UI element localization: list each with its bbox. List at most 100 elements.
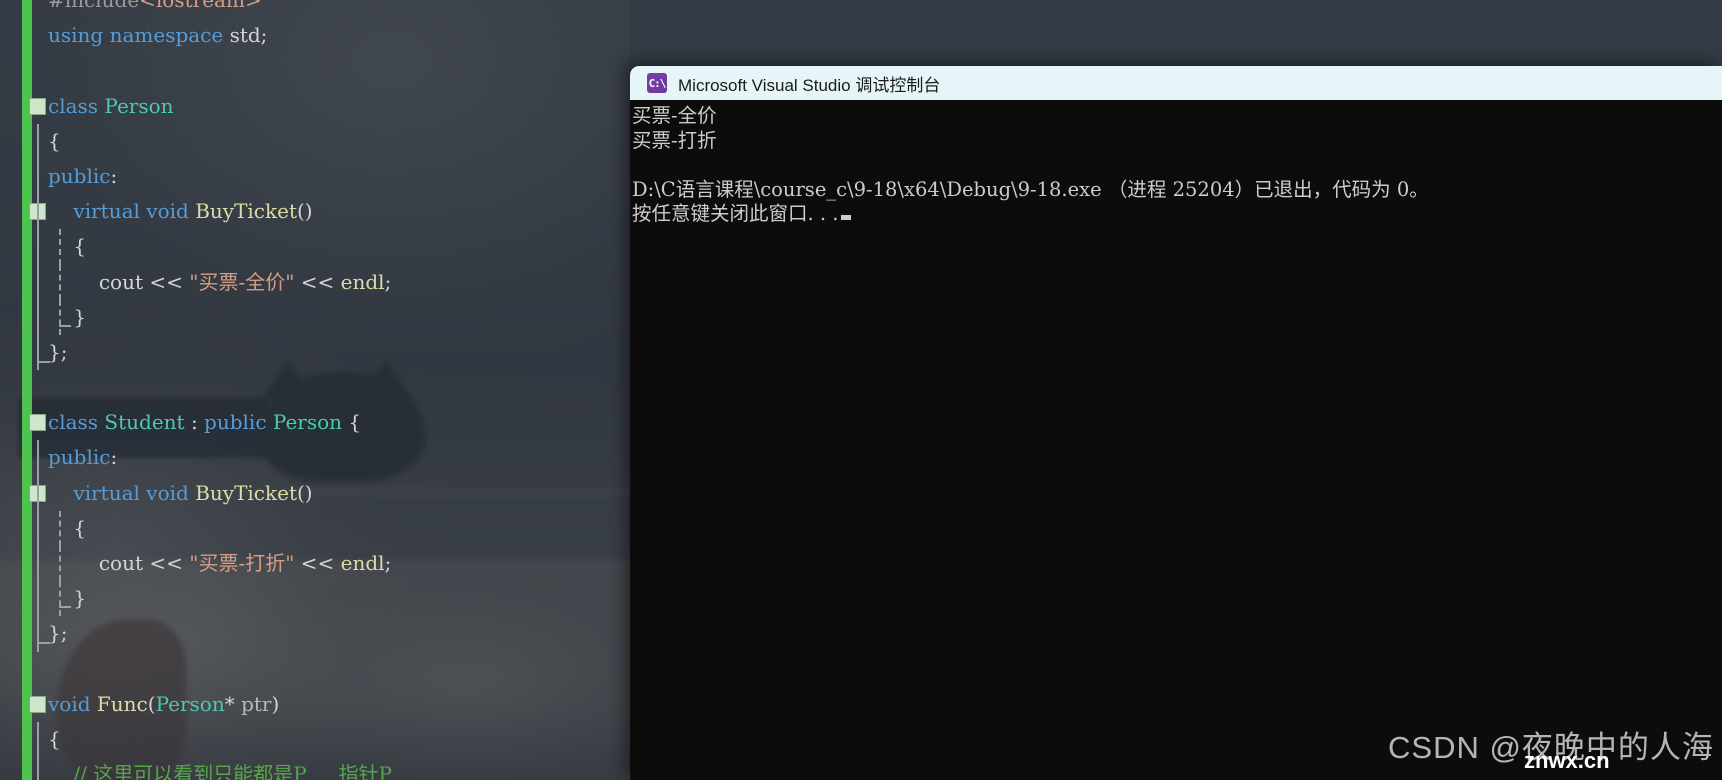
- code-line[interactable]: {: [0, 510, 630, 546]
- code-line-text: virtual void BuyTicket(): [48, 480, 313, 505]
- code-token: ): [271, 691, 280, 716]
- code-line[interactable]: }: [0, 581, 630, 617]
- code-line[interactable]: cout << "买票-打折" << endl;: [0, 546, 630, 582]
- code-line[interactable]: {: [0, 229, 630, 265]
- code-token: <<: [294, 269, 341, 294]
- code-line-text: public:: [48, 164, 117, 188]
- outline-guide-line: [37, 510, 39, 546]
- indent-guide-line: [59, 546, 61, 582]
- collapse-toggle-icon[interactable]: [29, 97, 46, 115]
- console-output-area[interactable]: 买票-全价 买票-打折 D:\C语言课程\course_c\9-18\x64\Deb…: [630, 100, 1722, 780]
- indent-guide-line: [59, 581, 71, 617]
- outline-guide-line: [37, 334, 50, 371]
- console-output-line: 买票-打折: [632, 128, 717, 152]
- code-editor[interactable]: #include<iostream> using namespace std; cl…: [0, 0, 630, 780]
- code-token: Person: [272, 410, 343, 435]
- code-token: BuyTicket: [195, 199, 297, 224]
- code-token: Func: [96, 691, 148, 716]
- code-token: // 这里可以看到只能都是P 指针P: [48, 762, 392, 780]
- code-line[interactable]: };: [0, 616, 630, 652]
- code-token: #include: [48, 0, 140, 12]
- code-token: ;: [384, 551, 392, 575]
- outline-guide-line: [37, 546, 39, 582]
- code-line-text: cout << "买票-全价" << endl;: [48, 270, 391, 294]
- code-line[interactable]: [0, 652, 630, 687]
- code-token: <<: [149, 551, 190, 575]
- code-line-text: {: [48, 129, 61, 153]
- code-token: std;: [229, 23, 268, 48]
- console-title-text: Microsoft Visual Studio 调试控制台: [678, 75, 941, 95]
- code-token: :: [110, 163, 118, 188]
- outline-guide-line: [37, 194, 39, 230]
- outline-guide-line: [37, 581, 39, 617]
- code-token: :: [110, 445, 118, 470]
- indent-guide-line: [59, 299, 71, 335]
- code-line-text: class Student : public Person {: [48, 410, 361, 434]
- code-token: (): [297, 480, 313, 505]
- code-token: Person: [104, 93, 174, 118]
- console-title-bar[interactable]: C:\ Microsoft Visual Studio 调试控制台: [630, 66, 1722, 100]
- collapse-toggle-icon[interactable]: [29, 414, 46, 432]
- code-lines-container[interactable]: #include<iostream> using namespace std; cl…: [0, 0, 630, 780]
- code-line[interactable]: [0, 370, 630, 405]
- code-token: {: [48, 128, 61, 153]
- code-line[interactable]: // 这里可以看到只能都是P 指针P: [0, 757, 630, 780]
- code-token: (): [297, 199, 313, 224]
- code-line-text: };: [48, 621, 67, 645]
- debug-console-window[interactable]: C:\ Microsoft Visual Studio 调试控制台 买票-全价买…: [630, 66, 1722, 780]
- code-line[interactable]: class Student : public Person {: [0, 405, 630, 440]
- outline-guide-line: [37, 123, 39, 159]
- code-line[interactable]: {: [0, 123, 630, 159]
- code-token: :: [184, 410, 205, 435]
- code-line[interactable]: {: [0, 721, 630, 758]
- code-line[interactable]: cout << "买票-全价" << endl;: [0, 264, 630, 300]
- code-token: {: [48, 726, 61, 751]
- code-line[interactable]: virtual void BuyTicket(): [0, 194, 630, 230]
- code-token: public: [204, 410, 273, 435]
- code-token: using namespace: [48, 23, 230, 48]
- code-line[interactable]: using namespace std;: [0, 18, 630, 53]
- code-token: class: [48, 93, 105, 118]
- code-token: cout: [48, 269, 150, 294]
- console-output-line: 按任意键关闭此窗口. . .: [632, 202, 1722, 227]
- code-line-text: // 这里可以看到只能都是P 指针P: [48, 762, 392, 780]
- code-token: virtual void: [48, 480, 196, 505]
- code-line[interactable]: };: [0, 334, 630, 371]
- code-line[interactable]: public:: [0, 158, 630, 195]
- code-line[interactable]: virtual void BuyTicket(): [0, 475, 630, 511]
- code-token: {: [342, 410, 362, 435]
- code-line[interactable]: void Func(Person* ptr): [0, 687, 630, 722]
- console-cursor: [840, 215, 851, 220]
- code-line[interactable]: [0, 53, 630, 88]
- code-token: public: [48, 163, 111, 188]
- code-line[interactable]: }: [0, 299, 630, 335]
- outline-guide-line: [37, 757, 39, 780]
- code-token: endl: [340, 269, 385, 294]
- code-token: (: [147, 691, 156, 716]
- outline-guide-line: [37, 229, 39, 265]
- code-line[interactable]: class Person: [0, 89, 630, 124]
- code-token: BuyTicket: [195, 480, 297, 505]
- code-token: virtual void: [48, 199, 196, 224]
- outline-guide-line: [37, 721, 39, 758]
- code-line-text: class Person: [48, 94, 174, 118]
- code-token: ptr: [241, 691, 272, 716]
- outline-guide-line: [37, 440, 39, 476]
- code-line-text: using namespace std;: [48, 23, 267, 47]
- code-token: "买票-全价": [189, 269, 295, 294]
- code-line-text: cout << "买票-打折" << endl;: [48, 551, 391, 575]
- znwx-watermark: znwx.cn: [1524, 748, 1610, 773]
- code-token: Person: [155, 691, 225, 716]
- code-line-text: void Func(Person* ptr): [48, 692, 279, 716]
- collapse-toggle-icon[interactable]: [29, 695, 46, 713]
- code-line[interactable]: public:: [0, 440, 630, 476]
- code-line[interactable]: #include<iostream>: [0, 0, 630, 18]
- code-token: void: [48, 691, 97, 716]
- console-app-icon: C:\: [647, 73, 667, 93]
- screenshot-root: #include<iostream> using namespace std; cl…: [0, 0, 1722, 780]
- console-output-line: D:\C语言课程\course_c\9-18\x64\Debug\9-18.ex…: [632, 177, 1429, 201]
- code-token: endl: [340, 551, 385, 575]
- outline-guide-line: [37, 264, 39, 300]
- indent-guide-line: [59, 510, 61, 546]
